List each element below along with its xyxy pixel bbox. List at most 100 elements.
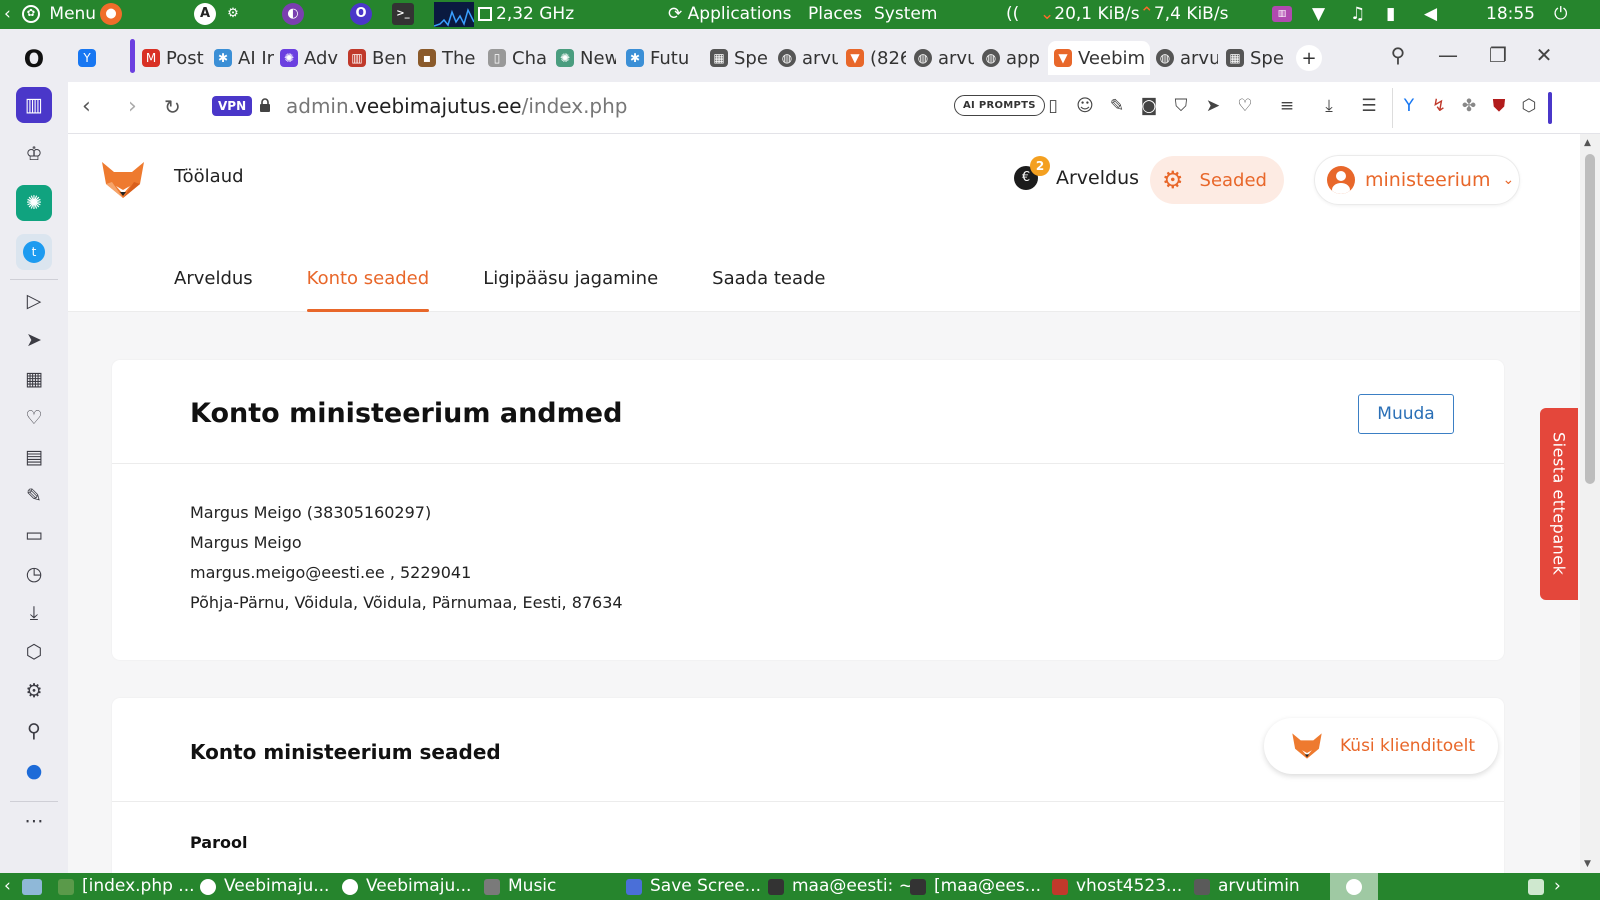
more-icon[interactable]: ⋯ xyxy=(16,803,52,839)
downloads-icon[interactable]: ⤓ xyxy=(16,595,52,631)
taskbar-item[interactable]: [index.php ... xyxy=(58,873,195,900)
heart-icon[interactable]: ♡ xyxy=(16,400,52,436)
tab[interactable]: ✺ Adv xyxy=(280,41,340,75)
tab[interactable]: M Post xyxy=(142,41,204,75)
chatgpt-icon[interactable]: ✺ xyxy=(16,185,52,221)
apps-grid-icon[interactable]: ▦ xyxy=(16,361,52,397)
tab-send-message[interactable]: Saada teade xyxy=(712,268,825,312)
tab[interactable]: ✱ AI Ir xyxy=(214,41,274,75)
ai-prompts-button[interactable]: AI PROMPTS xyxy=(954,95,1045,116)
news-icon[interactable]: ▤ xyxy=(16,439,52,475)
pinboard-icon[interactable]: ✎ xyxy=(16,478,52,514)
forward-icon[interactable]: › xyxy=(128,94,137,119)
taskbar-opera-active[interactable] xyxy=(1330,873,1378,900)
send-icon[interactable]: ➤ xyxy=(16,322,52,358)
taskbar-item[interactable]: arvutimin xyxy=(1194,873,1300,900)
taskbar-item[interactable]: Save Scree... xyxy=(626,873,761,900)
app-a-icon[interactable]: A xyxy=(194,0,216,29)
power-icon[interactable]: ⏻ xyxy=(1554,0,1567,29)
edit-icon[interactable]: ✎ xyxy=(1106,96,1128,116)
url-field[interactable]: admin.veebimajutus.ee/index.php xyxy=(286,94,628,118)
taskbar-item[interactable]: vhost4523... xyxy=(1052,873,1182,900)
scroll-up-icon[interactable]: ▲ xyxy=(1584,138,1591,148)
vpn-badge[interactable]: VPN xyxy=(212,96,253,116)
restore-icon[interactable]: ❐ xyxy=(1484,43,1512,67)
camera-icon[interactable]: ◙ xyxy=(1138,96,1160,116)
show-desktop-icon[interactable] xyxy=(22,873,50,900)
extension-y-icon[interactable]: Y xyxy=(1398,96,1420,116)
fox-logo-icon[interactable] xyxy=(100,160,146,200)
gears-icon[interactable]: ⚙ xyxy=(222,0,244,29)
tab[interactable]: ▯ Cha xyxy=(488,41,548,75)
tab[interactable]: ◍ arvu xyxy=(1156,41,1218,75)
player-icon[interactable]: ▷ xyxy=(16,283,52,319)
reload-icon[interactable]: ↻ xyxy=(164,95,181,119)
extensions-icon[interactable]: ⬡ xyxy=(16,634,52,670)
tab-pinned-vivaldi[interactable]: Y xyxy=(78,41,102,75)
settings-button[interactable]: ⚙ Seaded xyxy=(1150,156,1284,204)
tab[interactable]: ▦ Spe xyxy=(710,41,768,75)
firefox-icon[interactable]: ● xyxy=(100,0,122,29)
applications-menu[interactable]: ⟳ Applications xyxy=(668,0,792,29)
taskbar-item[interactable]: Veebimaju... xyxy=(200,873,329,900)
taskbar-item[interactable]: [maa@ees... xyxy=(910,873,1041,900)
system-menu[interactable]: System xyxy=(874,0,937,29)
tabs-icon[interactable]: ▭ xyxy=(16,517,52,553)
extension-puzzle-icon[interactable]: ✤ xyxy=(1458,96,1480,116)
clock[interactable]: 18:55 xyxy=(1486,0,1535,29)
tab-access-sharing[interactable]: Ligipääsu jagamine xyxy=(483,268,658,312)
extensions-cube-icon[interactable]: ⬡ xyxy=(1518,96,1540,116)
taskbar-item[interactable]: maa@eesti: ~ xyxy=(768,873,913,900)
tab[interactable]: ◍ arvu xyxy=(914,41,974,75)
panel-left-arrow[interactable]: ‹ xyxy=(4,0,11,29)
tab[interactable]: ◍ arvu xyxy=(778,41,838,75)
download-icon[interactable]: ⤓ xyxy=(1318,96,1340,116)
notification-bell-icon[interactable]: ♫ xyxy=(1350,0,1365,29)
reader-icon[interactable]: ▯ xyxy=(1042,96,1064,116)
tab[interactable]: ✺ New xyxy=(556,41,616,75)
tips-icon[interactable]: ⚲ xyxy=(16,713,52,749)
opera-launcher-icon[interactable]: O xyxy=(350,0,372,29)
sidebar-toggle[interactable] xyxy=(1548,92,1552,124)
easy-setup-icon[interactable]: ☰ xyxy=(1358,96,1380,116)
taskbar-right-arrow[interactable]: › xyxy=(1554,873,1561,900)
tab[interactable]: ▼ (826 xyxy=(846,41,906,75)
tab[interactable]: ✱ Futu xyxy=(626,41,692,75)
user-menu-button[interactable]: ministeerium ⌄ xyxy=(1314,155,1520,205)
opera-logo-icon[interactable]: O xyxy=(16,41,52,77)
tor-icon[interactable]: ◐ xyxy=(282,0,304,29)
new-tab-button[interactable]: + xyxy=(1296,45,1322,71)
emoji-icon[interactable]: ☺ xyxy=(1074,96,1096,116)
twitter-icon[interactable]: t xyxy=(16,234,52,270)
menu-button[interactable]: ✿ Menu xyxy=(22,0,96,29)
tab[interactable]: ▥ Ben xyxy=(348,41,408,75)
lock-icon[interactable] xyxy=(258,98,272,112)
terminal-launcher-icon[interactable]: >_ xyxy=(392,0,414,29)
audio-widget-icon[interactable]: ▥ xyxy=(1272,0,1292,29)
history-icon[interactable]: ◷ xyxy=(16,556,52,592)
extension-translate-icon[interactable]: ↯ xyxy=(1428,96,1450,116)
back-icon[interactable]: ‹ xyxy=(82,94,91,119)
ask-support-button[interactable]: Küsi klienditoelt xyxy=(1264,718,1498,774)
tab[interactable]: ◍ app xyxy=(982,41,1040,75)
tab[interactable]: ▦ Spe xyxy=(1226,41,1286,75)
settings-icon[interactable]: ⚙ xyxy=(16,673,52,709)
workspace-icon[interactable]: ▥ xyxy=(16,87,52,123)
tab-billing[interactable]: Arveldus xyxy=(174,268,253,312)
taskbar-item[interactable]: Music xyxy=(484,873,556,900)
shield-icon[interactable]: ⛉ xyxy=(1170,96,1192,116)
crown-icon[interactable]: ♔ xyxy=(16,136,52,172)
tray-icon[interactable] xyxy=(1528,873,1552,900)
close-icon[interactable]: ✕ xyxy=(1530,43,1558,67)
search-tabs-icon[interactable]: ⚲ xyxy=(1384,43,1412,67)
scroll-down-icon[interactable]: ▼ xyxy=(1584,859,1591,869)
wifi-signal-icon[interactable]: ▼ xyxy=(1312,0,1325,29)
edit-button[interactable]: Muuda xyxy=(1358,394,1454,434)
places-menu[interactable]: Places xyxy=(808,0,862,29)
billing-link[interactable]: €2 Arveldus xyxy=(1014,156,1139,190)
battery-saver-icon[interactable]: ≡ xyxy=(1276,96,1298,116)
tab-active[interactable]: ▼ Veebim xyxy=(1048,41,1150,75)
tab-account-settings[interactable]: Konto seaded xyxy=(306,268,429,312)
battery-icon[interactable]: ▮ xyxy=(1386,0,1395,29)
dashboard-link[interactable]: Töölaud xyxy=(174,166,244,187)
